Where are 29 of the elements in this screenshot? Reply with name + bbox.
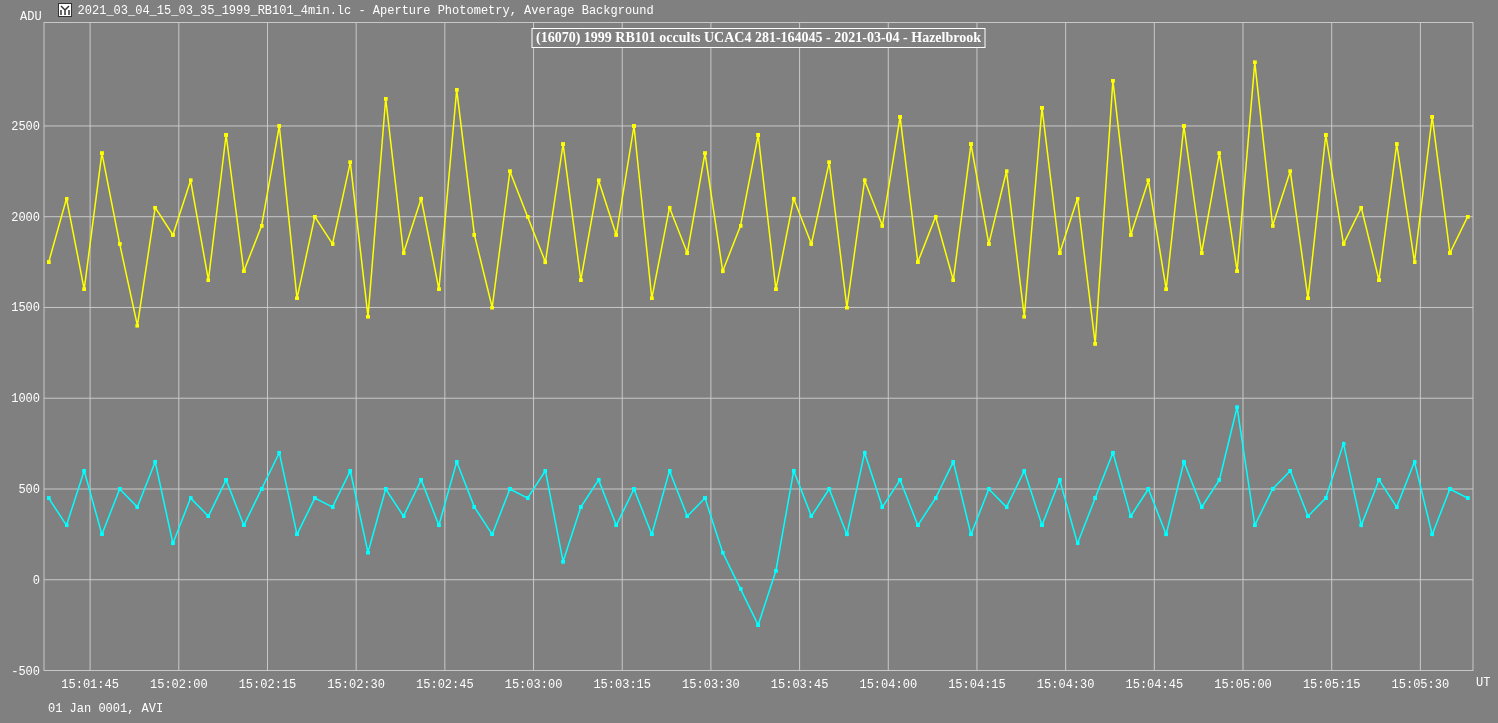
y-tick-label: 0 (32, 573, 40, 588)
x-tick-label: 15:02:30 (327, 678, 385, 692)
x-tick-label: 15:04:00 (859, 678, 918, 692)
x-tick-label: 15:02:45 (416, 678, 474, 692)
x-axis-label: UT (1476, 676, 1491, 690)
y-tick-label: -500 (11, 664, 40, 679)
y-tick-label: 1000 (11, 392, 40, 407)
y-tick-label: 2500 (11, 119, 40, 134)
status-text: 01 Jan 0001, AVI (48, 702, 165, 716)
x-tick-label: 15:04:30 (1036, 678, 1095, 692)
x-tick-label: 15:05:30 (1391, 678, 1450, 692)
x-tick-label: 15:01:45 (61, 678, 119, 692)
x-tick-label: 15:05:15 (1302, 678, 1361, 692)
chart-title: (16070) 1999 RB101 occults UCAC4 281-164045 - 2021-03-04 - Hazelbrook (531, 28, 986, 48)
x-tick-label: 15:03:30 (682, 678, 740, 692)
x-tick-label: 15:04:45 (1125, 678, 1184, 692)
y-tick-label: 1500 (11, 301, 40, 316)
x-tick-label: 15:03:00 (504, 678, 563, 692)
x-tick-label: 15:02:00 (150, 678, 208, 692)
y-axis-label: ADU (20, 11, 42, 23)
x-tick-label: 15:02:15 (238, 678, 297, 692)
x-tick-label: 15:03:45 (770, 678, 829, 692)
x-tick-label: 15:04:15 (948, 678, 1006, 692)
y-tick-label: 2000 (11, 210, 40, 225)
app-icon (57, 3, 72, 17)
y-tick-label: 500 (18, 483, 40, 497)
x-tick-label: 15:05:00 (1214, 678, 1272, 692)
window-title: 2021_03_04_15_03_35_1999_RB101_4min.lc - Aperture Photometry, Average Background (77, 4, 654, 18)
x-tick-label: 15:03:15 (593, 678, 652, 692)
